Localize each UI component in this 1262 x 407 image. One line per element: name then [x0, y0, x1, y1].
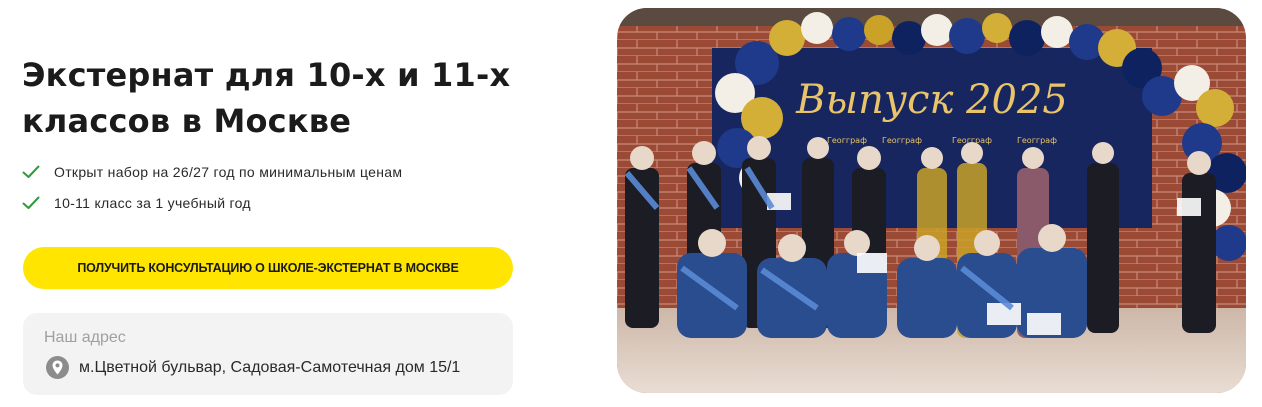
feature-item: 10-11 класс за 1 учебный год [22, 187, 402, 218]
feature-text: Открыт набор на 26/27 год по минимальным… [54, 163, 403, 180]
page-title-line-1: Экстернат для 10-х и 11-х [22, 56, 511, 94]
graduation-photo: Выпуск 2025 Геогграф Геогграф Геогграф Г… [617, 8, 1246, 393]
check-icon [22, 165, 40, 178]
consultation-button[interactable]: ПОЛУЧИТЬ КОНСУЛЬТАЦИЮ О ШКОЛЕ-ЭКСТЕРНАТ … [23, 247, 513, 289]
banner-logo: Геогграф [827, 136, 867, 145]
banner-logo: Геогграф [882, 136, 922, 145]
address-row: м.Цветной бульвар, Садовая-Самотечная до… [46, 356, 460, 379]
check-icon [22, 196, 40, 209]
hero-text-block: Экстернат для 10-х и 11-х классов в Моск… [22, 0, 582, 407]
address-label: Наш адрес [44, 329, 126, 346]
feature-text: 10-11 класс за 1 учебный год [54, 194, 251, 211]
address-text: м.Цветной бульвар, Садовая-Самотечная до… [79, 358, 461, 376]
page-title: Экстернат для 10-х и 11-х классов в Моск… [22, 52, 510, 144]
banner-logo: Геогграф [1017, 136, 1057, 145]
location-pin-icon [46, 356, 69, 379]
feature-list: Открыт набор на 26/27 год по минимальным… [22, 156, 402, 218]
graduation-photo-illustration: Выпуск 2025 Геогграф Геогграф Геогграф Г… [617, 8, 1246, 393]
banner-title: Выпуск 2025 [795, 77, 1068, 123]
page-title-line-2: классов в Москве [22, 102, 352, 140]
feature-item: Открыт набор на 26/27 год по минимальным… [22, 156, 402, 187]
address-card: Наш адрес м.Цветной бульвар, Садовая-Сам… [23, 313, 513, 395]
